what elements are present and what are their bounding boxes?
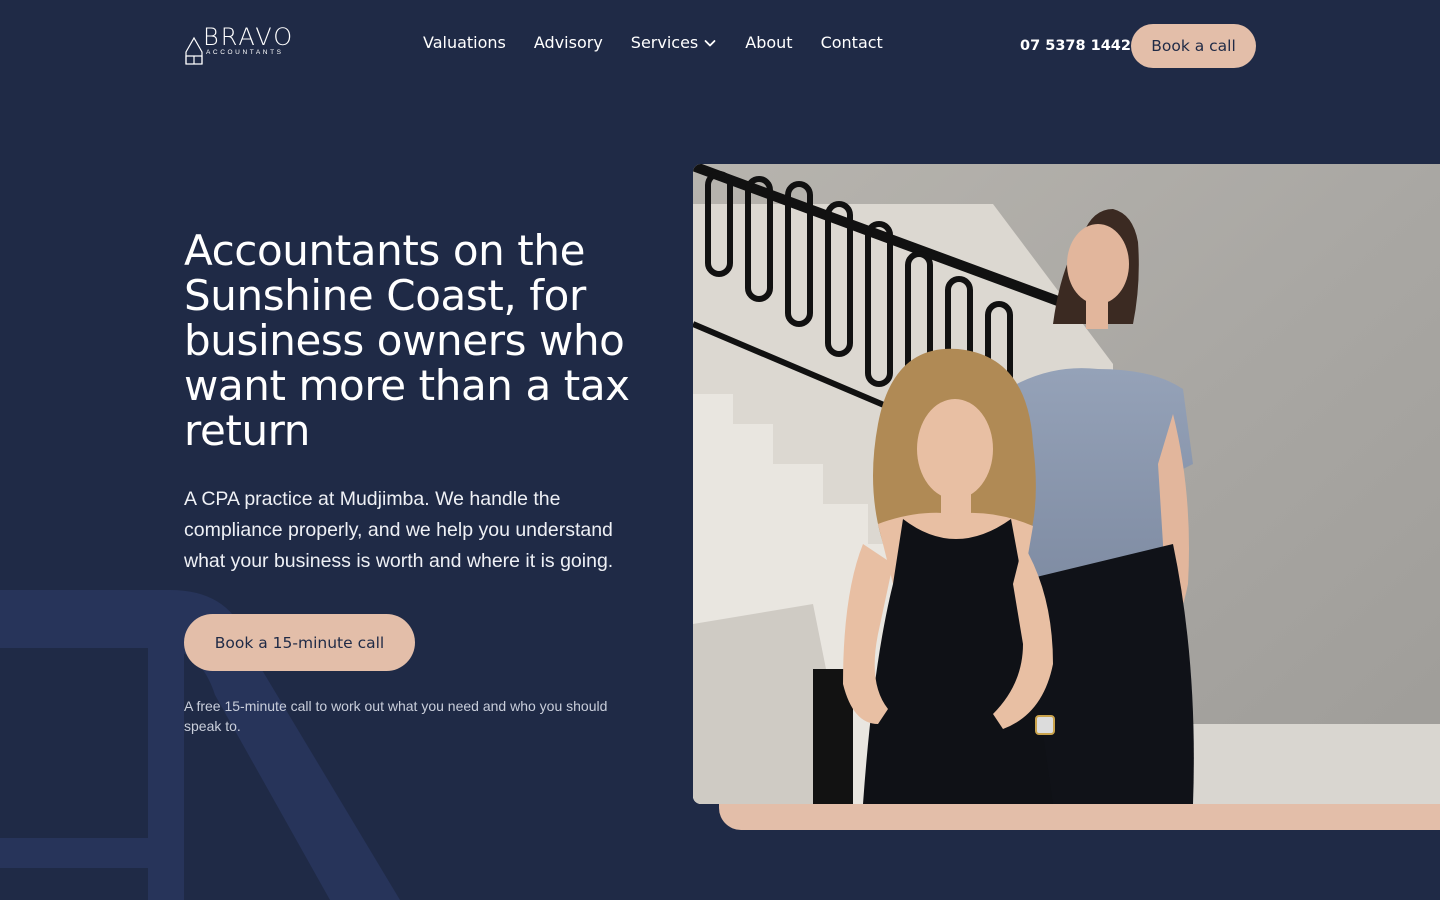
nav-valuations[interactable]: Valuations xyxy=(423,32,506,54)
nav-label: Advisory xyxy=(533,33,603,52)
brand-logo[interactable]: BRAVO ACCOUNTANTS xyxy=(184,24,294,68)
nav-label: Services xyxy=(630,33,699,52)
hero-lead: A CPA practice at Mudjimba. We handle th… xyxy=(184,488,614,572)
nav-services[interactable]: Services xyxy=(631,32,717,54)
hero-title: Accountants on the Sunshine Coast, for b… xyxy=(184,226,630,455)
nav-label: Valuations xyxy=(423,33,506,52)
brand-tagline: ACCOUNTANTS xyxy=(206,49,284,56)
nav-label: About xyxy=(745,33,793,52)
house-icon xyxy=(185,36,203,65)
phone-link[interactable]: 07 5378 1442 xyxy=(1020,36,1131,56)
book-15-minute-call-button[interactable]: Book a 15-minute call xyxy=(184,614,415,671)
book-call-button[interactable]: Book a call xyxy=(1131,24,1256,68)
nav-contact[interactable]: Contact xyxy=(821,32,883,54)
hero-note: A free 15-minute call to work out what y… xyxy=(184,698,608,734)
team-photo xyxy=(693,164,1440,804)
team-photo-illustration xyxy=(693,164,1440,804)
nav-about[interactable]: About xyxy=(745,32,792,54)
brand-name: BRAVO xyxy=(203,23,295,51)
main-nav: Valuations Advisory Services About Conta… xyxy=(423,32,883,54)
nav-advisory[interactable]: Advisory xyxy=(534,32,603,54)
nav-label: Contact xyxy=(820,33,883,52)
site-header: BRAVO ACCOUNTANTS Valuations Advisory Se… xyxy=(0,0,1440,90)
chevron-down-icon xyxy=(704,40,716,47)
